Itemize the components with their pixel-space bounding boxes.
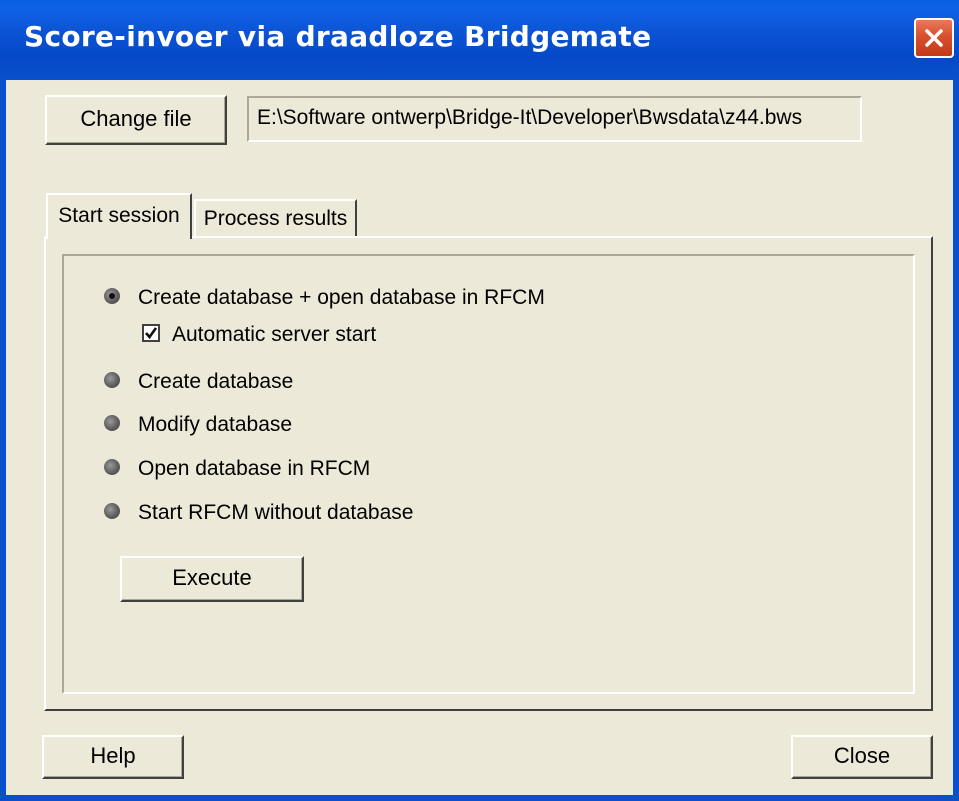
title-bar[interactable]: Score-invoer via draadloze Bridgemate xyxy=(0,0,959,80)
file-path-field[interactable]: E:\Software ontwerp\Bridge-It\Developer\… xyxy=(247,96,862,142)
option-label: Create database + open database in RFCM xyxy=(138,286,545,309)
radio-icon[interactable] xyxy=(104,372,120,389)
window-frame-bottom xyxy=(0,795,959,801)
radio-icon[interactable] xyxy=(104,503,120,520)
option-open-database-in-rfcm[interactable]: Open database in RFCM xyxy=(104,454,370,484)
start-session-panel: Create database + open database in RFCM … xyxy=(44,236,933,711)
option-label: Modify database xyxy=(138,413,293,436)
tab-process-results[interactable]: Process results xyxy=(194,199,357,237)
tab-start-session[interactable]: Start session xyxy=(46,193,192,239)
radio-icon[interactable] xyxy=(104,459,120,476)
automatic-server-start-checkbox[interactable]: Automatic server start xyxy=(142,320,376,350)
option-create-and-open[interactable]: Create database + open database in RFCM xyxy=(104,283,545,313)
radio-selected-icon[interactable] xyxy=(104,288,120,305)
window-frame-right xyxy=(953,80,959,801)
change-file-button[interactable]: Change file xyxy=(45,95,227,145)
option-label: Open database in RFCM xyxy=(138,457,371,480)
option-label: Start RFCM without database xyxy=(138,501,414,524)
dialog-window: Score-invoer via draadloze Bridgemate Ch… xyxy=(0,0,959,801)
option-modify-database[interactable]: Modify database xyxy=(104,410,292,440)
option-start-rfcm-without-database[interactable]: Start RFCM without database xyxy=(104,498,413,528)
session-options-group: Create database + open database in RFCM … xyxy=(62,254,915,694)
execute-label: Execute xyxy=(172,565,252,590)
close-button[interactable]: Close xyxy=(791,735,933,779)
help-button[interactable]: Help xyxy=(42,735,184,779)
window-frame-left xyxy=(0,80,6,801)
close-label: Close xyxy=(833,743,891,768)
checkbox-label: Automatic server start xyxy=(172,323,377,346)
change-file-label: Change file xyxy=(80,106,192,131)
checkbox-checked-icon[interactable] xyxy=(142,324,160,343)
option-label: Create database xyxy=(138,370,294,393)
radio-icon[interactable] xyxy=(104,415,120,432)
window-title: Score-invoer via draadloze Bridgemate xyxy=(24,20,652,53)
option-create-database[interactable]: Create database xyxy=(104,367,293,397)
help-label: Help xyxy=(90,743,136,768)
execute-button[interactable]: Execute xyxy=(120,556,304,602)
close-icon xyxy=(925,29,943,47)
window-close-button[interactable] xyxy=(914,18,954,58)
